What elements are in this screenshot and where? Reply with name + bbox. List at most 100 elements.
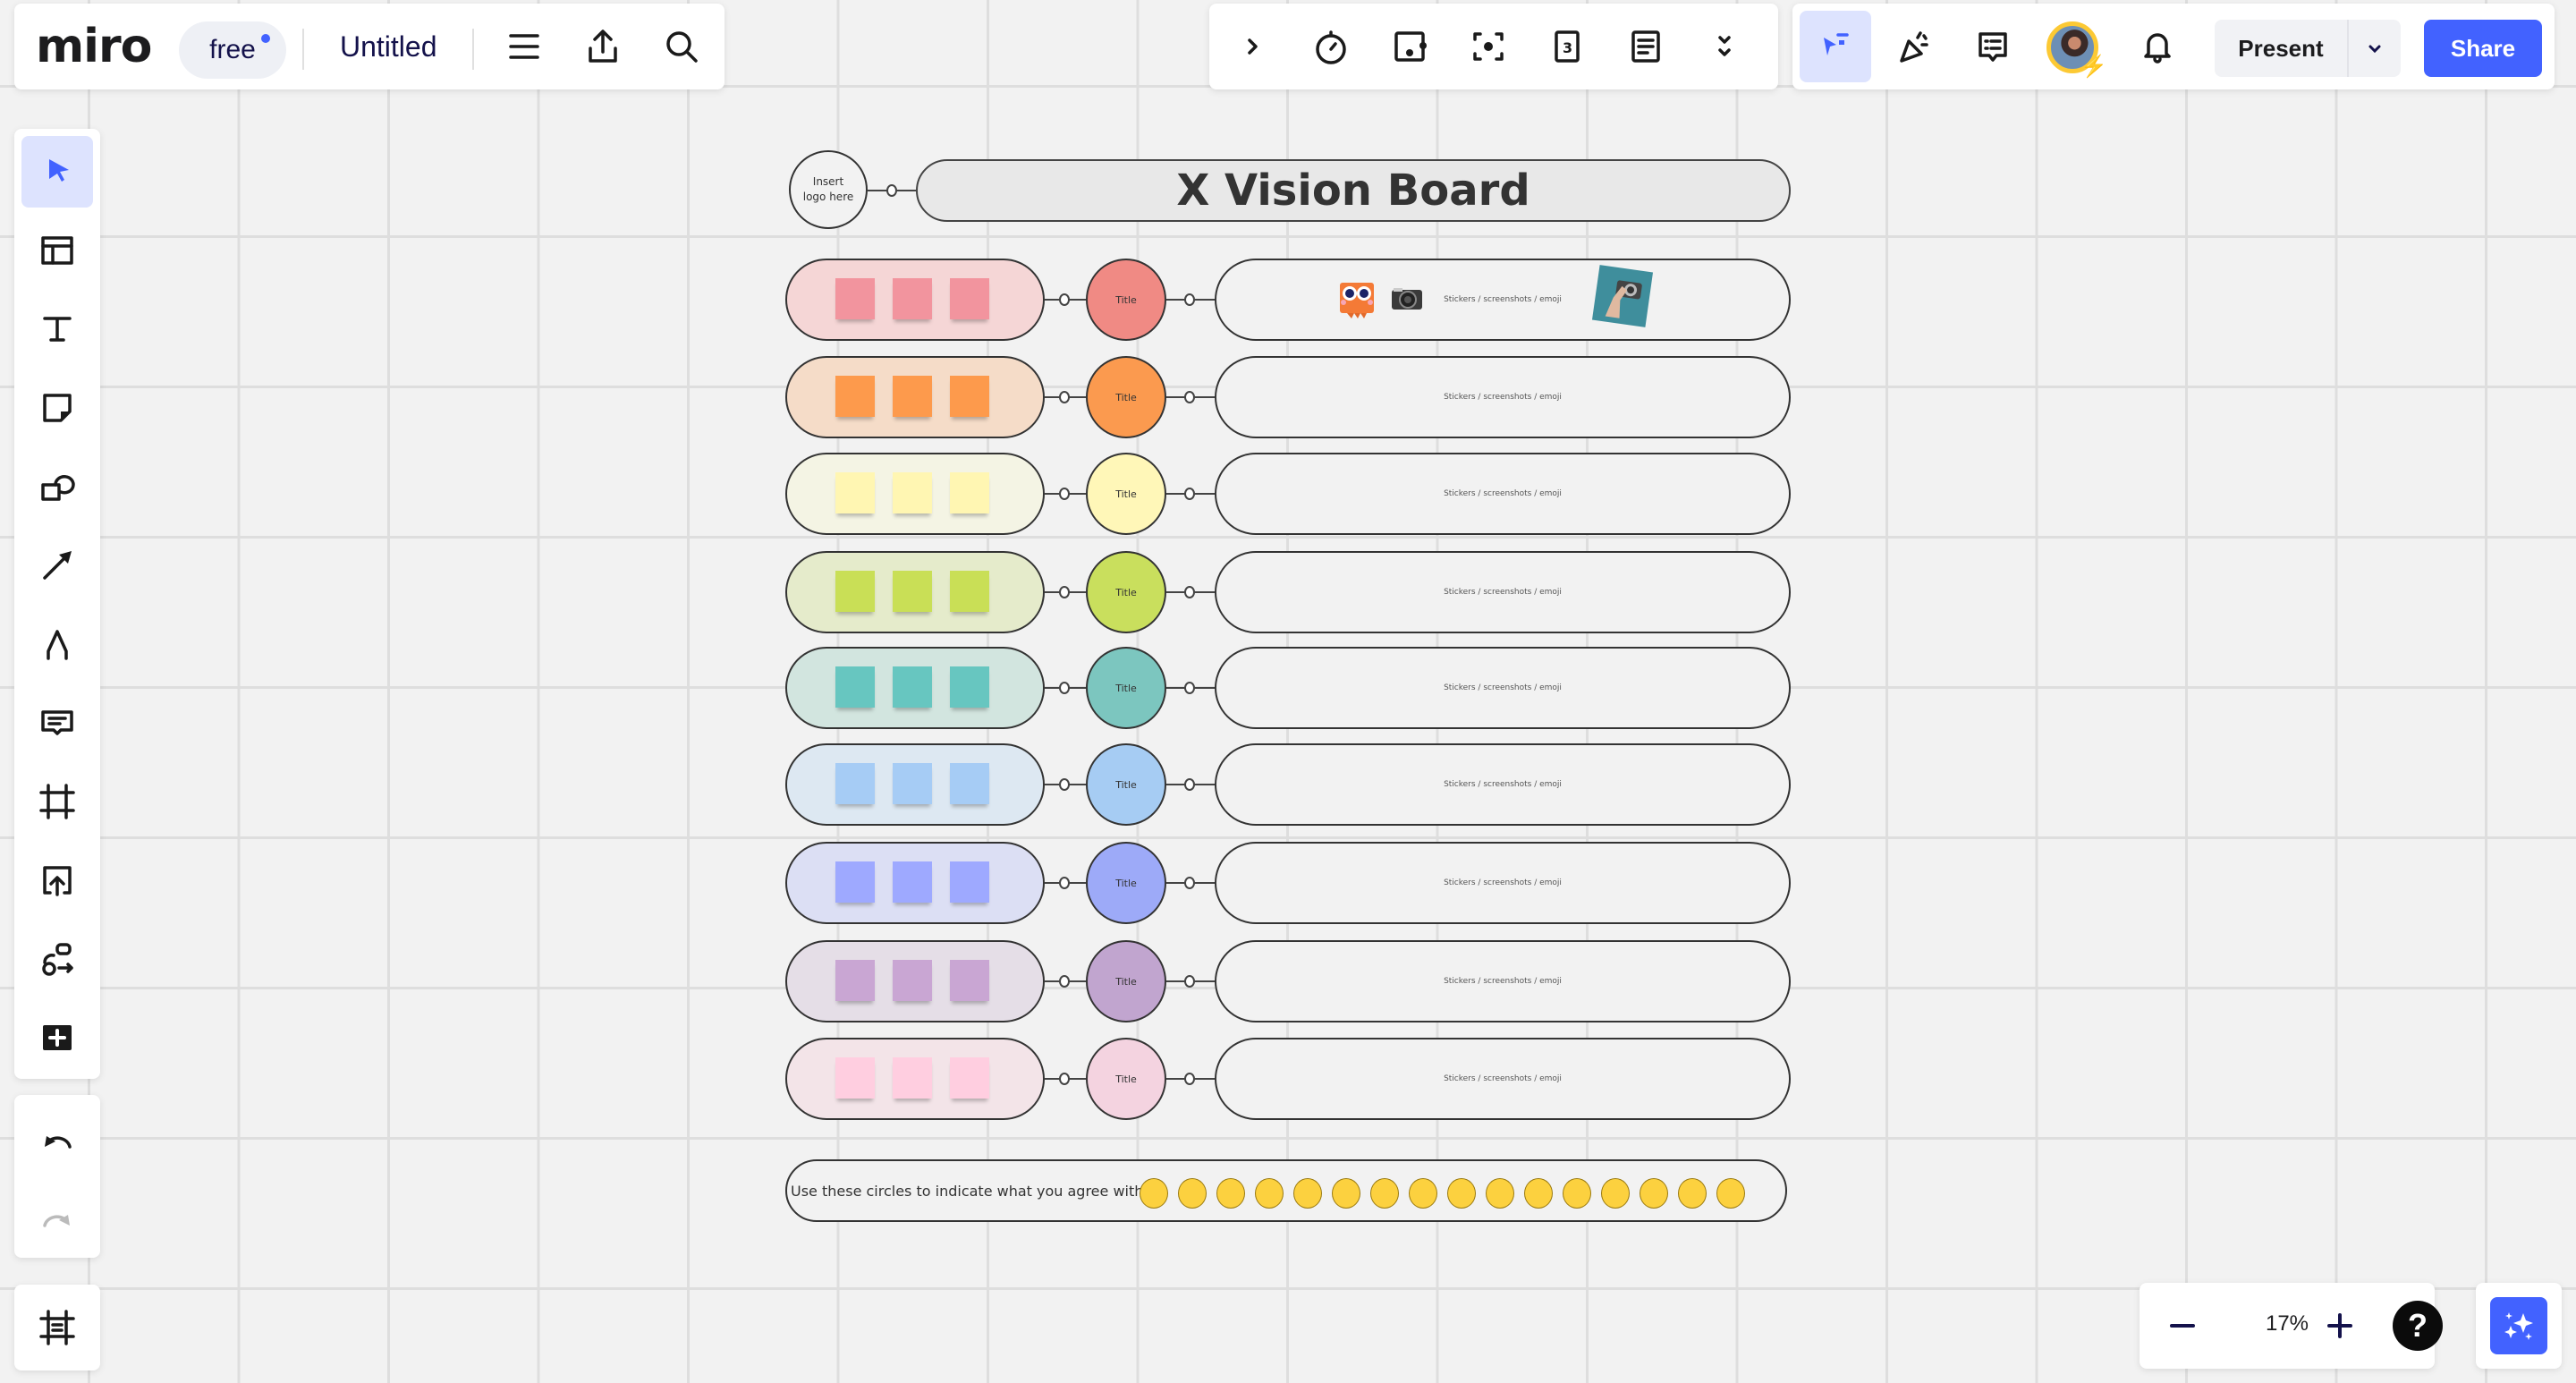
agree-circle[interactable] bbox=[1216, 1178, 1245, 1209]
sticky-note[interactable] bbox=[950, 960, 989, 1001]
notes-button[interactable] bbox=[1610, 11, 1682, 82]
sticky-notes-group[interactable] bbox=[785, 842, 1045, 924]
help-button[interactable]: ? bbox=[2393, 1301, 2443, 1351]
sticky-note[interactable] bbox=[835, 763, 875, 804]
row-title-circle[interactable]: Title bbox=[1086, 551, 1166, 633]
sticky-note[interactable] bbox=[893, 472, 932, 513]
comments-button[interactable] bbox=[1957, 11, 2029, 82]
agree-circle[interactable] bbox=[1293, 1178, 1322, 1209]
sticky-note[interactable] bbox=[950, 861, 989, 903]
camera-sticker[interactable] bbox=[1390, 284, 1424, 311]
more-tools-button[interactable] bbox=[1689, 11, 1760, 82]
undo-button[interactable] bbox=[21, 1104, 93, 1175]
content-area[interactable]: Stickers / screenshots / emoji bbox=[1215, 940, 1791, 1022]
expand-toolbar-button[interactable] bbox=[1216, 11, 1288, 82]
tool-comment[interactable] bbox=[21, 687, 93, 759]
miro-logo[interactable]: miro bbox=[36, 20, 152, 73]
agree-circle[interactable] bbox=[1486, 1178, 1514, 1209]
sticky-notes-group[interactable] bbox=[785, 551, 1045, 633]
tool-select[interactable] bbox=[21, 136, 93, 208]
zoom-out-button[interactable] bbox=[2147, 1290, 2218, 1362]
board-title[interactable]: Untitled bbox=[340, 30, 437, 64]
share-button[interactable]: Share bbox=[2424, 20, 2542, 77]
sticky-note[interactable] bbox=[950, 472, 989, 513]
agree-circle[interactable] bbox=[1178, 1178, 1207, 1209]
sticky-note[interactable] bbox=[835, 376, 875, 417]
sticky-notes-group[interactable] bbox=[785, 1038, 1045, 1120]
ai-assistant-button[interactable] bbox=[2490, 1297, 2547, 1354]
sticky-notes-group[interactable] bbox=[785, 453, 1045, 535]
redo-button[interactable] bbox=[21, 1183, 93, 1254]
sticky-notes-group[interactable] bbox=[785, 940, 1045, 1022]
sticky-note[interactable] bbox=[950, 763, 989, 804]
tool-more-apps[interactable] bbox=[21, 923, 93, 995]
content-area[interactable]: Stickers / screenshots / emoji bbox=[1215, 356, 1791, 438]
sticky-note[interactable] bbox=[893, 376, 932, 417]
row-title-circle[interactable]: Title bbox=[1086, 647, 1166, 729]
sticky-note[interactable] bbox=[893, 666, 932, 708]
sticky-note[interactable] bbox=[950, 376, 989, 417]
sticky-note[interactable] bbox=[893, 763, 932, 804]
content-area[interactable]: Stickers / screenshots / emoji bbox=[1215, 453, 1791, 535]
sticky-note[interactable] bbox=[893, 960, 932, 1001]
tool-add[interactable] bbox=[21, 1002, 93, 1073]
row-title-circle[interactable]: Title bbox=[1086, 743, 1166, 826]
row-title-circle[interactable]: Title bbox=[1086, 842, 1166, 924]
export-button[interactable] bbox=[567, 11, 639, 82]
sticky-note[interactable] bbox=[835, 861, 875, 903]
agree-circle[interactable] bbox=[1447, 1178, 1476, 1209]
sticky-note[interactable] bbox=[835, 666, 875, 708]
present-options-button[interactable] bbox=[2349, 20, 2401, 77]
sticky-notes-group[interactable] bbox=[785, 259, 1045, 341]
sticky-note[interactable] bbox=[950, 278, 989, 319]
agree-circle[interactable] bbox=[1140, 1178, 1168, 1209]
zoom-in-button[interactable] bbox=[2304, 1290, 2376, 1362]
agree-circle[interactable] bbox=[1716, 1178, 1745, 1209]
sticky-note[interactable] bbox=[893, 1057, 932, 1099]
sticky-notes-group[interactable] bbox=[785, 356, 1045, 438]
content-area[interactable]: Stickers / screenshots / emoji bbox=[1215, 259, 1791, 341]
sticky-note[interactable] bbox=[835, 1057, 875, 1099]
content-area[interactable]: Stickers / screenshots / emoji bbox=[1215, 647, 1791, 729]
logo-placeholder[interactable]: Insert logo here bbox=[789, 150, 868, 229]
sticky-note[interactable] bbox=[950, 571, 989, 612]
reactions-button[interactable] bbox=[1800, 11, 1871, 82]
frames-button[interactable] bbox=[21, 1292, 93, 1363]
agree-circle[interactable] bbox=[1409, 1178, 1437, 1209]
tool-pen[interactable] bbox=[21, 608, 93, 680]
row-title-circle[interactable]: Title bbox=[1086, 940, 1166, 1022]
sticky-notes-group[interactable] bbox=[785, 743, 1045, 826]
tool-sticky-note[interactable] bbox=[21, 372, 93, 444]
agree-circle[interactable] bbox=[1640, 1178, 1668, 1209]
tool-shapes[interactable] bbox=[21, 451, 93, 522]
sticky-note[interactable] bbox=[893, 571, 932, 612]
sticky-note[interactable] bbox=[835, 278, 875, 319]
plan-badge[interactable]: free bbox=[179, 21, 286, 79]
content-area[interactable]: Stickers / screenshots / emoji bbox=[1215, 842, 1791, 924]
owl-sticker[interactable] bbox=[1338, 279, 1376, 318]
present-button[interactable]: Present bbox=[2215, 20, 2349, 77]
row-title-circle[interactable]: Title bbox=[1086, 259, 1166, 341]
content-area[interactable]: Stickers / screenshots / emoji bbox=[1215, 743, 1791, 826]
agree-circle[interactable] bbox=[1255, 1178, 1284, 1209]
tool-connection-line[interactable] bbox=[21, 530, 93, 601]
tool-templates[interactable] bbox=[21, 215, 93, 286]
agree-circle[interactable] bbox=[1332, 1178, 1360, 1209]
content-area[interactable]: Stickers / screenshots / emoji bbox=[1215, 551, 1791, 633]
agree-circle[interactable] bbox=[1601, 1178, 1630, 1209]
sticky-notes-group[interactable] bbox=[785, 647, 1045, 729]
card-game-button[interactable]: 3 bbox=[1531, 11, 1603, 82]
row-title-circle[interactable]: Title bbox=[1086, 1038, 1166, 1120]
voting-button[interactable] bbox=[1374, 11, 1445, 82]
sticky-note[interactable] bbox=[893, 861, 932, 903]
search-button[interactable] bbox=[646, 11, 717, 82]
notifications-button[interactable] bbox=[2122, 11, 2193, 82]
tool-frame[interactable] bbox=[21, 766, 93, 837]
timer-button[interactable] bbox=[1295, 11, 1367, 82]
camera-photo-sticker[interactable] bbox=[1591, 265, 1654, 327]
agree-circle[interactable] bbox=[1563, 1178, 1591, 1209]
sticky-note[interactable] bbox=[835, 472, 875, 513]
agree-circle[interactable] bbox=[1370, 1178, 1399, 1209]
sticky-note[interactable] bbox=[893, 278, 932, 319]
agree-circle[interactable] bbox=[1524, 1178, 1553, 1209]
